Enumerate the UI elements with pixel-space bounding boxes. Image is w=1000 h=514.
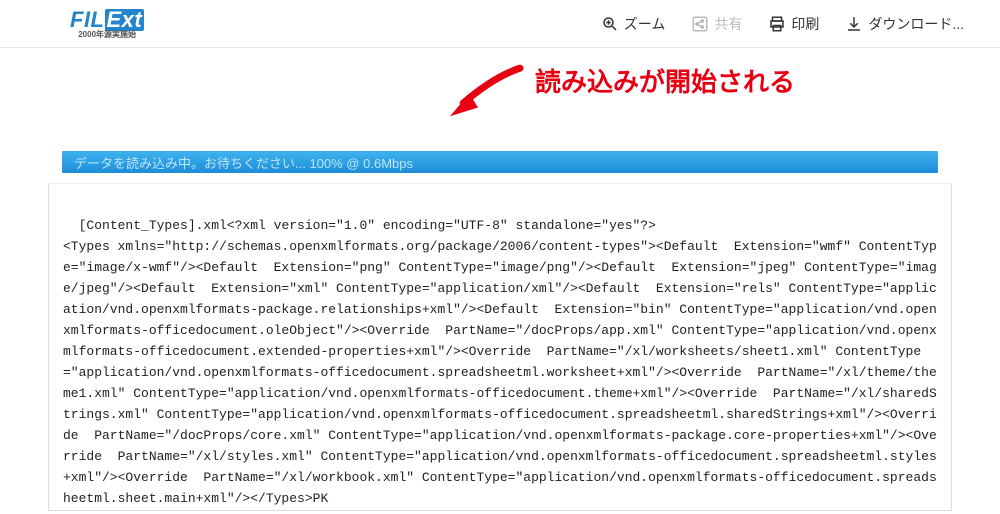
share-button: 共有 <box>685 10 748 38</box>
zoom-label: ズーム <box>624 14 666 34</box>
download-button[interactable]: ダウンロード... <box>839 10 970 38</box>
logo[interactable]: FILExt 2000年源実施始 <box>70 9 144 39</box>
file-content-text: [Content_Types].xml<?xml version="1.0" e… <box>63 218 937 511</box>
annotation-callout: 読み込みが開始される <box>440 55 795 125</box>
logo-part-1: FIL <box>70 7 105 32</box>
print-label: 印刷 <box>791 14 819 34</box>
download-icon <box>845 15 863 33</box>
print-icon <box>768 15 786 33</box>
share-icon <box>691 15 709 33</box>
progress-text: データを読み込み中。お待ちください... 100% @ 0.6Mbps <box>74 153 413 172</box>
share-label: 共有 <box>714 14 742 34</box>
toolbar-actions: ズーム 共有 <box>595 10 970 38</box>
arrow-icon <box>440 55 530 125</box>
logo-tagline: 2000年源実施始 <box>78 31 136 39</box>
top-toolbar: FILExt 2000年源実施始 ズーム <box>0 0 1000 48</box>
print-button[interactable]: 印刷 <box>762 10 825 38</box>
zoom-button[interactable]: ズーム <box>595 10 672 38</box>
zoom-icon <box>601 15 619 33</box>
logo-part-2: Ext <box>105 9 145 31</box>
loading-progress-bar: データを読み込み中。お待ちください... 100% @ 0.6Mbps <box>62 151 938 173</box>
file-content-panel[interactable]: [Content_Types].xml<?xml version="1.0" e… <box>48 183 952 511</box>
annotation-text: 読み込みが開始される <box>535 62 795 99</box>
logo-text: FILExt <box>70 9 144 31</box>
download-label: ダウンロード... <box>868 14 964 34</box>
